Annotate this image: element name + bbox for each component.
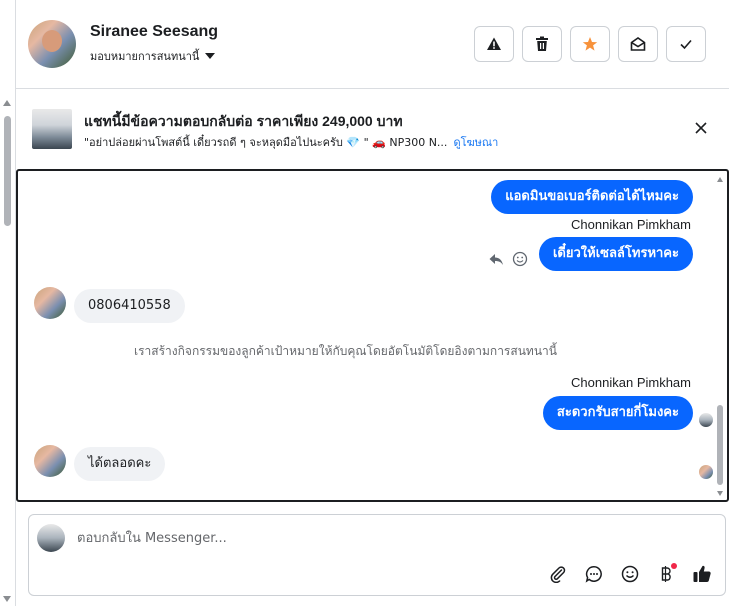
scroll-thumb[interactable] — [4, 116, 11, 226]
message-bubble-outgoing[interactable]: แอดมินขอเบอร์ติดต่อได้ไหมคะ — [491, 180, 693, 214]
thread-scrollbar[interactable] — [717, 175, 725, 496]
contact-avatar[interactable] — [34, 445, 66, 477]
delete-button[interactable] — [522, 26, 562, 62]
ad-title: แชทนี้มีข้อความตอบกลับต่อ ราคาเพียง 249,… — [84, 113, 403, 129]
reply-composer — [28, 514, 726, 596]
chevron-down-icon[interactable] — [205, 53, 216, 59]
message-bubble-outgoing[interactable]: เดี๋ยวให้เซลล์โทรหาคะ — [538, 237, 693, 271]
warning-icon — [487, 37, 501, 50]
sender-name: Chonnikan Pimkham — [571, 217, 691, 232]
contact-name[interactable]: Siranee Seesang — [90, 23, 218, 41]
attach-button[interactable] — [547, 563, 569, 585]
scroll-up-icon[interactable] — [3, 100, 11, 106]
page-scrollbar[interactable] — [0, 96, 14, 606]
message-thread[interactable]: แอดมินขอเบอร์ติดต่อได้ไหมคะ Chonnikan Pi… — [16, 169, 729, 502]
emoji-button[interactable] — [619, 563, 641, 585]
conversation-header: Siranee Seesang มอบหมายการสนทนานี้ — [16, 0, 729, 89]
payment-button[interactable] — [655, 563, 677, 585]
assign-label: มอบหมายการสนทนานี้ — [90, 50, 200, 63]
reply-input[interactable] — [77, 527, 677, 549]
composer-tools — [547, 563, 713, 585]
scroll-up-icon[interactable] — [717, 177, 723, 182]
avatar[interactable] — [28, 20, 76, 68]
emoji-icon — [621, 565, 639, 583]
ad-thumbnail[interactable] — [32, 109, 72, 149]
reply-icon[interactable] — [488, 251, 504, 267]
ad-subtitle-row: "อย่าปล่อยผ่านโพสต์นี้ เดี๋ยวรถดี ๆ จะหล… — [84, 133, 498, 151]
mail-open-icon — [630, 37, 646, 51]
view-ad-link[interactable]: ดูโฆษณา — [453, 133, 498, 151]
message-bubble-incoming[interactable]: 0806410558 — [74, 289, 185, 323]
scroll-down-icon[interactable] — [3, 596, 11, 602]
trash-icon — [536, 36, 548, 51]
notification-dot — [671, 563, 677, 569]
system-notice: เราสร้างกิจกรรมของลูกค้าเป้าหมายให้กับคุ… — [134, 344, 557, 358]
thumbs-up-icon — [693, 565, 711, 582]
star-button[interactable] — [570, 26, 610, 62]
like-button[interactable] — [691, 563, 713, 585]
close-icon[interactable] — [693, 120, 709, 136]
message-bubble-incoming[interactable]: ได้ตลอดคะ — [74, 447, 166, 481]
paperclip-icon — [550, 566, 566, 583]
ad-banner: แชทนี้มีข้อความตอบกลับต่อ ราคาเพียง 249,… — [16, 90, 729, 168]
check-icon — [680, 39, 692, 50]
mark-unread-button[interactable] — [618, 26, 658, 62]
contact-avatar[interactable] — [34, 287, 66, 319]
seen-receipt-avatar — [699, 413, 713, 427]
scroll-down-icon[interactable] — [717, 491, 723, 496]
star-icon — [582, 37, 598, 51]
header-actions — [474, 26, 706, 62]
mark-done-button[interactable] — [666, 26, 706, 62]
sender-name: Chonnikan Pimkham — [571, 375, 691, 390]
saved-replies-button[interactable] — [583, 563, 605, 585]
ad-subtitle: "อย่าปล่อยผ่านโพสต์นี้ เดี๋ยวรถดี ๆ จะหล… — [84, 136, 448, 149]
scroll-thumb[interactable] — [717, 405, 723, 485]
page-avatar — [37, 524, 65, 552]
emoji-react-icon[interactable] — [512, 251, 528, 267]
message-bubble-outgoing[interactable]: สะดวกรับสายกี่โมงคะ — [542, 396, 693, 430]
chat-bubble-icon — [585, 566, 602, 583]
seen-receipt-avatar — [699, 465, 713, 479]
assign-conversation[interactable]: มอบหมายการสนทนานี้ — [90, 47, 216, 65]
report-button[interactable] — [474, 26, 514, 62]
